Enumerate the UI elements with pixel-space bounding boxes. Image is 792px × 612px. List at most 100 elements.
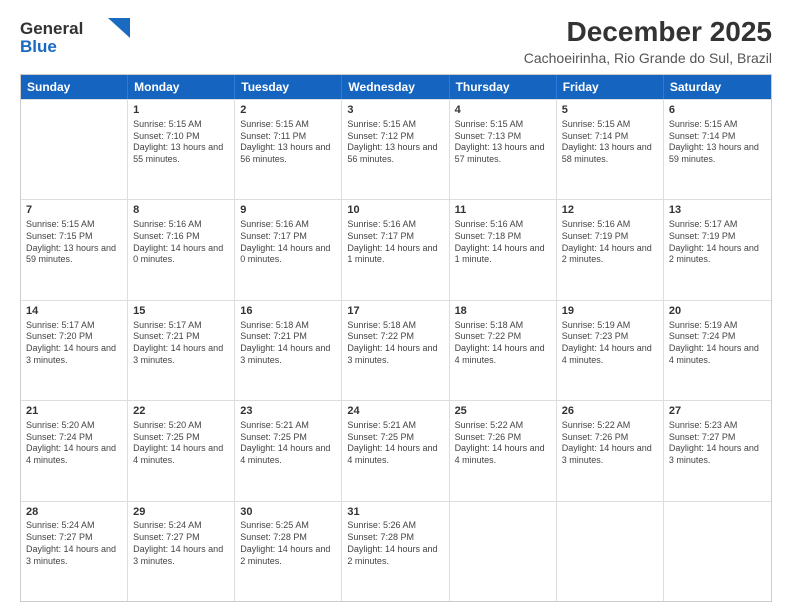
- day-number: 7: [26, 203, 122, 218]
- day-info: Sunrise: 5:26 AM Sunset: 7:28 PM Dayligh…: [347, 520, 443, 567]
- day-number: 13: [669, 203, 766, 218]
- header: General Blue December 2025 Cachoeirinha,…: [20, 16, 772, 66]
- day-number: 19: [562, 304, 658, 319]
- calendar-cell-22: 22Sunrise: 5:20 AM Sunset: 7:25 PM Dayli…: [128, 401, 235, 500]
- day-info: Sunrise: 5:19 AM Sunset: 7:23 PM Dayligh…: [562, 320, 658, 367]
- header-friday: Friday: [557, 75, 664, 99]
- calendar-cell-31: 31Sunrise: 5:26 AM Sunset: 7:28 PM Dayli…: [342, 502, 449, 601]
- day-number: 30: [240, 505, 336, 520]
- day-number: 11: [455, 203, 551, 218]
- day-number: 16: [240, 304, 336, 319]
- day-number: 31: [347, 505, 443, 520]
- calendar-cell-29: 29Sunrise: 5:24 AM Sunset: 7:27 PM Dayli…: [128, 502, 235, 601]
- logo-icon: General Blue: [20, 16, 130, 58]
- day-info: Sunrise: 5:18 AM Sunset: 7:22 PM Dayligh…: [347, 320, 443, 367]
- calendar-cell-3: 3Sunrise: 5:15 AM Sunset: 7:12 PM Daylig…: [342, 100, 449, 199]
- day-info: Sunrise: 5:15 AM Sunset: 7:12 PM Dayligh…: [347, 119, 443, 166]
- calendar-cell-9: 9Sunrise: 5:16 AM Sunset: 7:17 PM Daylig…: [235, 200, 342, 299]
- day-info: Sunrise: 5:16 AM Sunset: 7:18 PM Dayligh…: [455, 219, 551, 266]
- day-info: Sunrise: 5:18 AM Sunset: 7:21 PM Dayligh…: [240, 320, 336, 367]
- day-number: 14: [26, 304, 122, 319]
- day-info: Sunrise: 5:15 AM Sunset: 7:11 PM Dayligh…: [240, 119, 336, 166]
- day-number: 17: [347, 304, 443, 319]
- calendar-cell-28: 28Sunrise: 5:24 AM Sunset: 7:27 PM Dayli…: [21, 502, 128, 601]
- calendar-cell-14: 14Sunrise: 5:17 AM Sunset: 7:20 PM Dayli…: [21, 301, 128, 400]
- calendar-cell-13: 13Sunrise: 5:17 AM Sunset: 7:19 PM Dayli…: [664, 200, 771, 299]
- day-number: 24: [347, 404, 443, 419]
- svg-text:Blue: Blue: [20, 37, 57, 56]
- empty-cell-0-0: [21, 100, 128, 199]
- day-info: Sunrise: 5:24 AM Sunset: 7:27 PM Dayligh…: [26, 520, 122, 567]
- calendar-cell-12: 12Sunrise: 5:16 AM Sunset: 7:19 PM Dayli…: [557, 200, 664, 299]
- calendar-header: Sunday Monday Tuesday Wednesday Thursday…: [21, 75, 771, 99]
- svg-text:General: General: [20, 19, 83, 38]
- day-number: 5: [562, 103, 658, 118]
- day-number: 15: [133, 304, 229, 319]
- empty-cell-4-6: [664, 502, 771, 601]
- calendar-cell-8: 8Sunrise: 5:16 AM Sunset: 7:16 PM Daylig…: [128, 200, 235, 299]
- header-thursday: Thursday: [450, 75, 557, 99]
- day-number: 1: [133, 103, 229, 118]
- title-block: December 2025 Cachoeirinha, Rio Grande d…: [524, 16, 772, 66]
- calendar-row-2: 14Sunrise: 5:17 AM Sunset: 7:20 PM Dayli…: [21, 300, 771, 400]
- day-info: Sunrise: 5:16 AM Sunset: 7:16 PM Dayligh…: [133, 219, 229, 266]
- calendar-cell-17: 17Sunrise: 5:18 AM Sunset: 7:22 PM Dayli…: [342, 301, 449, 400]
- empty-cell-4-5: [557, 502, 664, 601]
- day-info: Sunrise: 5:16 AM Sunset: 7:19 PM Dayligh…: [562, 219, 658, 266]
- day-info: Sunrise: 5:15 AM Sunset: 7:14 PM Dayligh…: [669, 119, 766, 166]
- day-number: 22: [133, 404, 229, 419]
- day-number: 20: [669, 304, 766, 319]
- day-info: Sunrise: 5:21 AM Sunset: 7:25 PM Dayligh…: [240, 420, 336, 467]
- day-number: 18: [455, 304, 551, 319]
- calendar-cell-5: 5Sunrise: 5:15 AM Sunset: 7:14 PM Daylig…: [557, 100, 664, 199]
- calendar-cell-10: 10Sunrise: 5:16 AM Sunset: 7:17 PM Dayli…: [342, 200, 449, 299]
- day-number: 23: [240, 404, 336, 419]
- calendar-cell-2: 2Sunrise: 5:15 AM Sunset: 7:11 PM Daylig…: [235, 100, 342, 199]
- day-info: Sunrise: 5:15 AM Sunset: 7:13 PM Dayligh…: [455, 119, 551, 166]
- calendar-cell-25: 25Sunrise: 5:22 AM Sunset: 7:26 PM Dayli…: [450, 401, 557, 500]
- day-number: 10: [347, 203, 443, 218]
- calendar-cell-21: 21Sunrise: 5:20 AM Sunset: 7:24 PM Dayli…: [21, 401, 128, 500]
- calendar-cell-26: 26Sunrise: 5:22 AM Sunset: 7:26 PM Dayli…: [557, 401, 664, 500]
- day-number: 28: [26, 505, 122, 520]
- day-number: 2: [240, 103, 336, 118]
- day-info: Sunrise: 5:17 AM Sunset: 7:21 PM Dayligh…: [133, 320, 229, 367]
- empty-cell-4-4: [450, 502, 557, 601]
- day-info: Sunrise: 5:17 AM Sunset: 7:19 PM Dayligh…: [669, 219, 766, 266]
- calendar-cell-6: 6Sunrise: 5:15 AM Sunset: 7:14 PM Daylig…: [664, 100, 771, 199]
- calendar-cell-30: 30Sunrise: 5:25 AM Sunset: 7:28 PM Dayli…: [235, 502, 342, 601]
- day-number: 21: [26, 404, 122, 419]
- day-info: Sunrise: 5:24 AM Sunset: 7:27 PM Dayligh…: [133, 520, 229, 567]
- calendar-cell-20: 20Sunrise: 5:19 AM Sunset: 7:24 PM Dayli…: [664, 301, 771, 400]
- day-info: Sunrise: 5:21 AM Sunset: 7:25 PM Dayligh…: [347, 420, 443, 467]
- day-info: Sunrise: 5:16 AM Sunset: 7:17 PM Dayligh…: [347, 219, 443, 266]
- day-info: Sunrise: 5:23 AM Sunset: 7:27 PM Dayligh…: [669, 420, 766, 467]
- calendar: Sunday Monday Tuesday Wednesday Thursday…: [20, 74, 772, 602]
- day-number: 25: [455, 404, 551, 419]
- calendar-cell-27: 27Sunrise: 5:23 AM Sunset: 7:27 PM Dayli…: [664, 401, 771, 500]
- calendar-row-3: 21Sunrise: 5:20 AM Sunset: 7:24 PM Dayli…: [21, 400, 771, 500]
- day-info: Sunrise: 5:15 AM Sunset: 7:15 PM Dayligh…: [26, 219, 122, 266]
- day-info: Sunrise: 5:18 AM Sunset: 7:22 PM Dayligh…: [455, 320, 551, 367]
- day-number: 29: [133, 505, 229, 520]
- header-saturday: Saturday: [664, 75, 771, 99]
- day-number: 12: [562, 203, 658, 218]
- calendar-cell-11: 11Sunrise: 5:16 AM Sunset: 7:18 PM Dayli…: [450, 200, 557, 299]
- day-number: 26: [562, 404, 658, 419]
- day-info: Sunrise: 5:19 AM Sunset: 7:24 PM Dayligh…: [669, 320, 766, 367]
- header-wednesday: Wednesday: [342, 75, 449, 99]
- header-sunday: Sunday: [21, 75, 128, 99]
- calendar-cell-24: 24Sunrise: 5:21 AM Sunset: 7:25 PM Dayli…: [342, 401, 449, 500]
- calendar-cell-7: 7Sunrise: 5:15 AM Sunset: 7:15 PM Daylig…: [21, 200, 128, 299]
- day-info: Sunrise: 5:22 AM Sunset: 7:26 PM Dayligh…: [562, 420, 658, 467]
- calendar-cell-23: 23Sunrise: 5:21 AM Sunset: 7:25 PM Dayli…: [235, 401, 342, 500]
- calendar-body: 1Sunrise: 5:15 AM Sunset: 7:10 PM Daylig…: [21, 99, 771, 601]
- day-info: Sunrise: 5:16 AM Sunset: 7:17 PM Dayligh…: [240, 219, 336, 266]
- day-info: Sunrise: 5:15 AM Sunset: 7:14 PM Dayligh…: [562, 119, 658, 166]
- calendar-cell-4: 4Sunrise: 5:15 AM Sunset: 7:13 PM Daylig…: [450, 100, 557, 199]
- calendar-row-0: 1Sunrise: 5:15 AM Sunset: 7:10 PM Daylig…: [21, 99, 771, 199]
- main-title: December 2025: [524, 16, 772, 48]
- calendar-cell-19: 19Sunrise: 5:19 AM Sunset: 7:23 PM Dayli…: [557, 301, 664, 400]
- day-number: 9: [240, 203, 336, 218]
- day-info: Sunrise: 5:20 AM Sunset: 7:24 PM Dayligh…: [26, 420, 122, 467]
